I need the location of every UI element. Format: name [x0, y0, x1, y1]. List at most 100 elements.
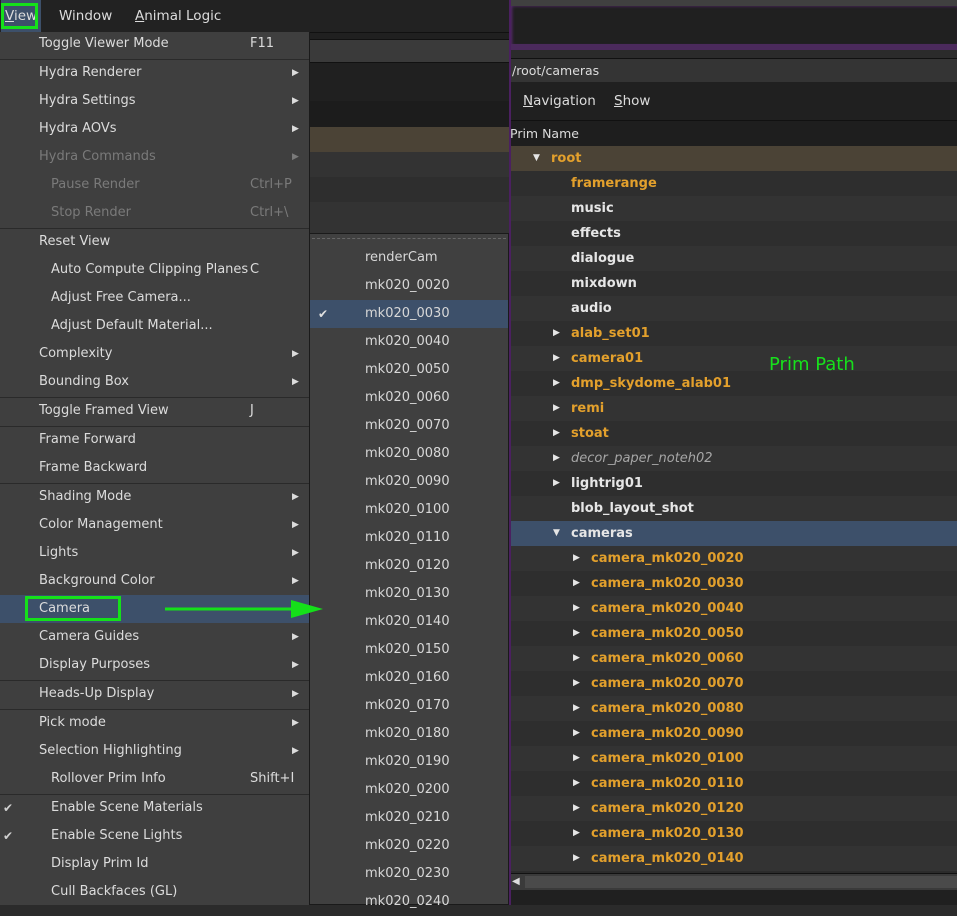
camera-option[interactable]: renderCam — [310, 244, 508, 272]
tree-row[interactable]: music — [510, 196, 957, 221]
tree-row[interactable]: audio — [510, 296, 957, 321]
menu-item-frame-backward[interactable]: Frame Backward — [0, 454, 309, 482]
camera-option[interactable]: mk020_0210 — [310, 804, 508, 832]
menu-window[interactable]: Window — [55, 0, 116, 32]
menu-item-hydra-settings[interactable]: Hydra Settings ▶ — [0, 87, 309, 115]
tree-row[interactable]: ▶ camera_mk020_0120 — [510, 796, 957, 821]
menu-item-toggle-viewer-mode[interactable]: Toggle Viewer Mode F11 — [0, 30, 309, 58]
tree-row[interactable]: ▶ lightrig01 — [510, 471, 957, 496]
scroll-left-icon[interactable]: ◀ — [512, 874, 520, 890]
camera-option[interactable]: mk020_0070 — [310, 412, 508, 440]
menu-item-camera-guides[interactable]: Camera Guides ▶ — [0, 623, 309, 651]
menu-animal-logic[interactable]: Animal Logic — [131, 0, 225, 32]
camera-option[interactable]: mk020_0110 — [310, 524, 508, 552]
menu-item-bounding-box[interactable]: Bounding Box ▶ — [0, 368, 309, 396]
tree-row[interactable]: ▶ camera01 — [510, 346, 957, 371]
tree-collapsed-icon[interactable]: ▶ — [573, 796, 580, 821]
camera-option[interactable]: mk020_0220 — [310, 832, 508, 860]
prim-tree[interactable]: ▼ root framerange music effects dialogue mixdo… — [510, 146, 957, 871]
tree-collapsed-icon[interactable]: ▶ — [553, 396, 560, 421]
camera-option[interactable]: mk020_0120 — [310, 552, 508, 580]
tree-collapsed-icon[interactable]: ▶ — [573, 671, 580, 696]
tree-collapsed-icon[interactable]: ▶ — [553, 471, 560, 496]
tree-row[interactable]: ▶ camera_mk020_0060 — [510, 646, 957, 671]
tree-row[interactable]: ▶ dmp_skydome_alab01 — [510, 371, 957, 396]
tree-row[interactable]: ▶ remi — [510, 396, 957, 421]
camera-option[interactable]: mk020_0130 — [310, 580, 508, 608]
menu-item-adjust-free-camera[interactable]: Adjust Free Camera... — [0, 284, 309, 312]
menu-item-cull-backfaces-gl[interactable]: Cull Backfaces (GL) — [0, 878, 309, 906]
menu-item-enable-scene-lights[interactable]: ✔ Enable Scene Lights — [0, 822, 309, 850]
menu-navigation[interactable]: Navigation — [523, 82, 596, 120]
horizontal-scrollbar[interactable]: ◀ — [510, 873, 957, 890]
tree-expanded-icon[interactable]: ▼ — [553, 521, 560, 546]
tree-collapsed-icon[interactable]: ▶ — [573, 646, 580, 671]
camera-option[interactable]: mk020_0170 — [310, 692, 508, 720]
tree-row[interactable]: ▶ camera_mk020_0090 — [510, 721, 957, 746]
menu-item-hydra-aovs[interactable]: Hydra AOVs ▶ — [0, 115, 309, 143]
tree-row[interactable]: ▶ alab_set01 — [510, 321, 957, 346]
tree-row[interactable]: ▶ decor_paper_noteh02 — [510, 446, 957, 471]
tree-row[interactable]: ▼ cameras — [510, 521, 957, 546]
menu-item-shading-mode[interactable]: Shading Mode ▶ — [0, 483, 309, 511]
menu-item-auto-compute-clipping-planes[interactable]: Auto Compute Clipping Planes C — [0, 256, 309, 284]
tree-row[interactable]: ▶ camera_mk020_0050 — [510, 621, 957, 646]
prim-path-field[interactable]: /root/cameras — [511, 58, 957, 83]
camera-option[interactable]: mk020_0100 — [310, 496, 508, 524]
tree-row[interactable]: ▶ camera_mk020_0100 — [510, 746, 957, 771]
tree-collapsed-icon[interactable]: ▶ — [553, 371, 560, 396]
camera-option[interactable]: mk020_0140 — [310, 608, 508, 636]
menu-item-reset-view[interactable]: Reset View — [0, 228, 309, 256]
menu-item-adjust-default-material[interactable]: Adjust Default Material... — [0, 312, 309, 340]
tree-row[interactable]: ▶ camera_mk020_0130 — [510, 821, 957, 846]
camera-option[interactable]: mk020_0190 — [310, 748, 508, 776]
camera-option[interactable]: mk020_0050 — [310, 356, 508, 384]
camera-option[interactable]: mk020_0150 — [310, 636, 508, 664]
menu-item-enable-scene-materials[interactable]: ✔ Enable Scene Materials — [0, 794, 309, 822]
camera-option[interactable]: mk020_0180 — [310, 720, 508, 748]
tree-row[interactable]: ▶ camera_mk020_0140 — [510, 846, 957, 871]
tree-row[interactable]: ▶ camera_mk020_0020 — [510, 546, 957, 571]
menu-item-complexity[interactable]: Complexity ▶ — [0, 340, 309, 368]
tree-row[interactable]: framerange — [510, 171, 957, 196]
camera-option[interactable]: mk020_0090 — [310, 468, 508, 496]
column-header-prim-name[interactable]: Prim Name — [510, 121, 957, 146]
scrollbar-handle[interactable] — [525, 876, 957, 888]
camera-option[interactable]: mk020_0230 — [310, 860, 508, 888]
tree-row[interactable]: ▶ camera_mk020_0030 — [510, 571, 957, 596]
tree-row[interactable]: ▶ camera_mk020_0070 — [510, 671, 957, 696]
tree-row[interactable]: ▶ camera_mk020_0080 — [510, 696, 957, 721]
tree-row[interactable]: mixdown — [510, 271, 957, 296]
camera-option[interactable]: mk020_0200 — [310, 776, 508, 804]
tree-collapsed-icon[interactable]: ▶ — [573, 621, 580, 646]
menu-show[interactable]: Show — [614, 82, 650, 120]
camera-option[interactable]: ✔ mk020_0030 — [310, 300, 508, 328]
menu-item-hydra-renderer[interactable]: Hydra Renderer ▶ — [0, 59, 309, 87]
menu-item-color-management[interactable]: Color Management ▶ — [0, 511, 309, 539]
tree-collapsed-icon[interactable]: ▶ — [573, 696, 580, 721]
menu-item-lights[interactable]: Lights ▶ — [0, 539, 309, 567]
menu-item-heads-up-display[interactable]: Heads-Up Display ▶ — [0, 680, 309, 708]
tree-collapsed-icon[interactable]: ▶ — [553, 446, 560, 471]
menu-item-rollover-prim-info[interactable]: Rollover Prim Info Shift+I — [0, 765, 309, 793]
tree-collapsed-icon[interactable]: ▶ — [573, 821, 580, 846]
menu-item-pick-mode[interactable]: Pick mode ▶ — [0, 709, 309, 737]
menu-item-display-prim-id[interactable]: Display Prim Id — [0, 850, 309, 878]
tree-row[interactable]: blob_layout_shot — [510, 496, 957, 521]
camera-option[interactable]: mk020_0160 — [310, 664, 508, 692]
tree-collapsed-icon[interactable]: ▶ — [573, 771, 580, 796]
menu-item-frame-forward[interactable]: Frame Forward — [0, 426, 309, 454]
tree-collapsed-icon[interactable]: ▶ — [573, 721, 580, 746]
tree-collapsed-icon[interactable]: ▶ — [573, 546, 580, 571]
camera-option[interactable]: mk020_0080 — [310, 440, 508, 468]
tree-collapsed-icon[interactable]: ▶ — [553, 321, 560, 346]
menu-item-toggle-framed-view[interactable]: Toggle Framed View J — [0, 397, 309, 425]
tree-row[interactable]: ▼ root — [510, 146, 957, 171]
tree-row[interactable]: dialogue — [510, 246, 957, 271]
tree-collapsed-icon[interactable]: ▶ — [573, 846, 580, 871]
tree-expanded-icon[interactable]: ▼ — [533, 146, 540, 171]
tree-collapsed-icon[interactable]: ▶ — [553, 421, 560, 446]
tree-collapsed-icon[interactable]: ▶ — [573, 746, 580, 771]
menu-item-display-purposes[interactable]: Display Purposes ▶ — [0, 651, 309, 679]
tree-row[interactable]: effects — [510, 221, 957, 246]
